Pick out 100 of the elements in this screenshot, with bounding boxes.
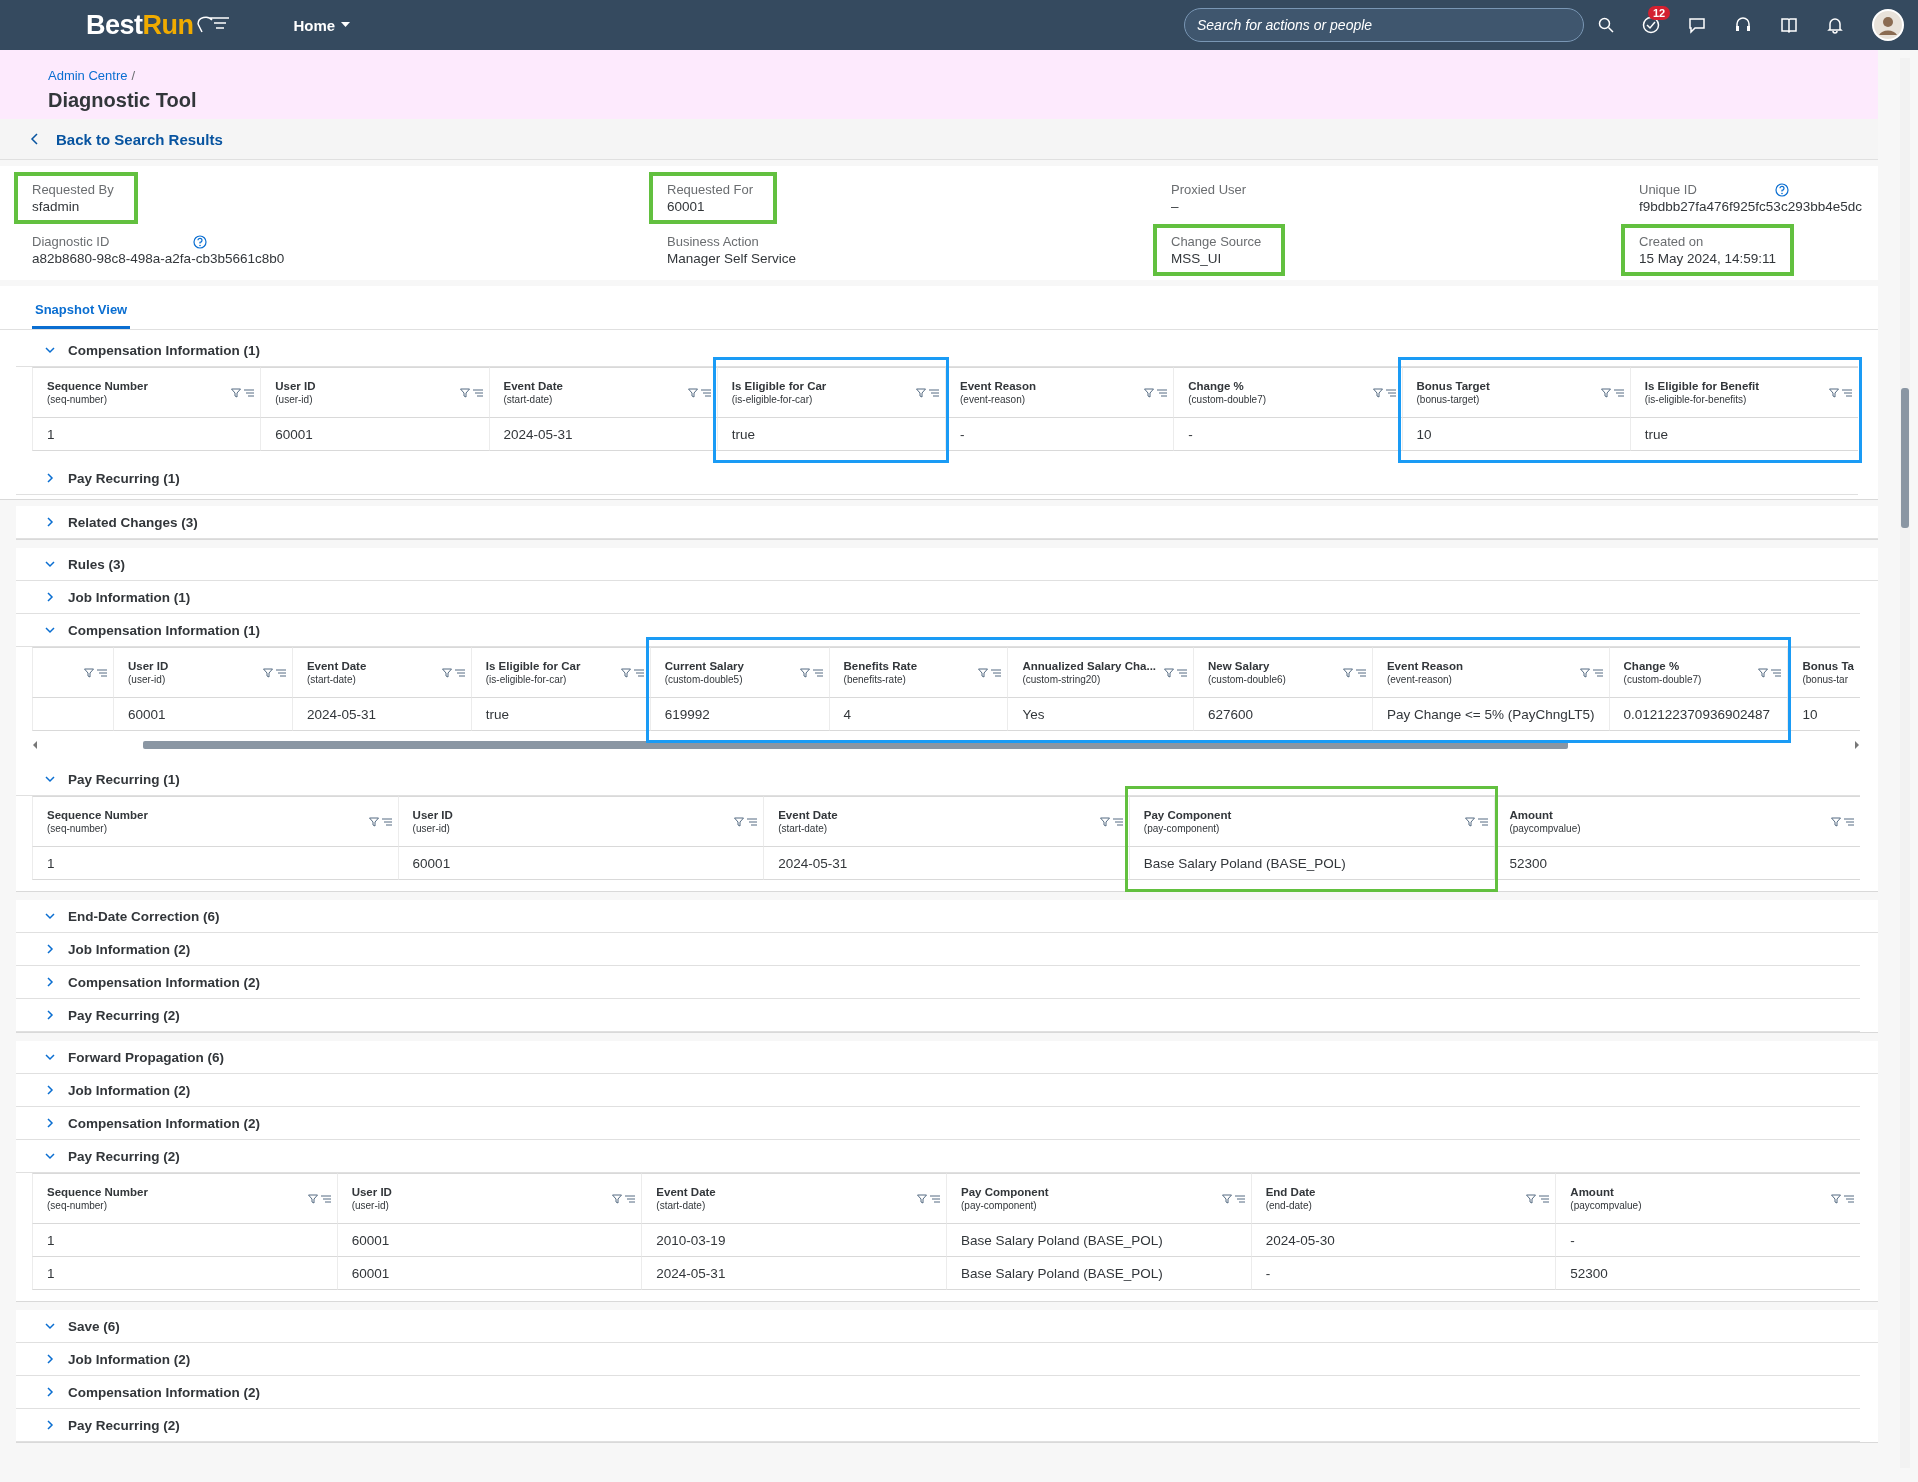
section-title[interactable]: Compensation Information (1) [68,622,260,638]
section-title[interactable]: Compensation Information (2) [68,1384,260,1400]
avatar-icon[interactable] [1872,9,1904,41]
sort-icon[interactable] [97,668,107,677]
sort-icon[interactable] [1177,668,1188,677]
section-title[interactable]: Pay Recurring (2) [68,1148,180,1164]
sort-icon[interactable] [1844,817,1854,826]
filter-icon[interactable] [1600,387,1611,398]
section-title[interactable]: Pay Recurring (1) [68,771,180,787]
sort-icon[interactable] [1234,1194,1245,1203]
help-icon[interactable] [1775,182,1790,197]
filter-icon[interactable] [459,387,470,398]
chevron-down-icon[interactable] [44,1320,56,1332]
section-title[interactable]: Job Information (2) [68,941,191,957]
chevron-right-icon[interactable] [44,1353,56,1365]
sort-icon[interactable] [929,388,939,397]
sort-icon[interactable] [991,668,1002,677]
group-title[interactable]: End-Date Correction (6) [68,908,220,924]
filter-icon[interactable] [916,387,926,398]
group-title[interactable]: Save (6) [68,1318,120,1334]
filter-icon[interactable] [1164,667,1175,678]
filter-icon[interactable] [1831,1193,1841,1204]
chevron-down-icon[interactable] [44,624,56,636]
sort-icon[interactable] [1112,817,1123,826]
sort-icon[interactable] [1842,388,1852,397]
filter-icon[interactable] [1579,667,1590,678]
chevron-down-icon[interactable] [44,910,56,922]
sort-icon[interactable] [747,817,758,826]
chevron-down-icon[interactable] [44,773,56,785]
caret-right-icon[interactable] [1854,741,1860,749]
chevron-right-icon[interactable] [44,472,56,484]
bell-icon[interactable] [1826,16,1844,34]
help-icon[interactable] [192,234,207,249]
vertical-scrollbar[interactable] [1900,58,1910,1468]
chevron-right-icon[interactable] [44,1084,56,1096]
filter-icon[interactable] [262,667,273,678]
section-title[interactable]: Pay Recurring (2) [68,1007,180,1023]
filter-icon[interactable] [917,1193,927,1204]
search-field[interactable]: Search for actions or people [1184,8,1584,42]
group-title[interactable]: Related Changes (3) [68,514,198,530]
sort-icon[interactable] [381,817,392,826]
filter-icon[interactable] [1829,387,1839,398]
sort-icon[interactable] [1613,388,1624,397]
group-title[interactable]: Rules (3) [68,556,125,572]
sort-icon[interactable] [454,668,465,677]
filter-icon[interactable] [687,387,698,398]
chevron-right-icon[interactable] [44,976,56,988]
sort-icon[interactable] [472,388,483,397]
book-icon[interactable] [1780,16,1798,34]
section-title[interactable]: Compensation Information (2) [68,974,260,990]
sort-icon[interactable] [1385,388,1396,397]
chevron-down-icon[interactable] [44,1150,56,1162]
chevron-down-icon[interactable] [44,558,56,570]
headset-icon[interactable] [1734,16,1752,34]
filter-icon[interactable] [734,816,745,827]
sort-icon[interactable] [1355,668,1366,677]
section-title[interactable]: Job Information (1) [68,589,191,605]
filter-icon[interactable] [1144,387,1155,398]
chevron-right-icon[interactable] [44,591,56,603]
chevron-right-icon[interactable] [44,1117,56,1129]
sort-icon[interactable] [1771,668,1782,677]
filter-icon[interactable] [84,667,94,678]
filter-icon[interactable] [1465,816,1476,827]
sort-icon[interactable] [930,1194,940,1203]
chevron-right-icon[interactable] [44,1419,56,1431]
filter-icon[interactable] [368,816,379,827]
sort-icon[interactable] [633,668,644,677]
sort-icon[interactable] [1157,388,1168,397]
section-title[interactable]: Compensation Information (1) [68,342,260,358]
breadcrumb-link[interactable]: Admin Centre [48,68,128,83]
filter-icon[interactable] [1372,387,1383,398]
chevron-right-icon[interactable] [44,1009,56,1021]
filter-icon[interactable] [231,387,242,398]
filter-icon[interactable] [1526,1193,1537,1204]
filter-icon[interactable] [620,667,631,678]
sort-icon[interactable] [1539,1194,1550,1203]
filter-icon[interactable] [1758,667,1769,678]
section-title[interactable]: Pay Recurring (1) [68,470,180,486]
sort-icon[interactable] [1478,817,1489,826]
filter-icon[interactable] [1342,667,1353,678]
filter-icon[interactable] [612,1193,623,1204]
section-title[interactable]: Job Information (2) [68,1082,191,1098]
sort-icon[interactable] [1844,1194,1854,1203]
chevron-right-icon[interactable] [44,516,56,528]
home-menu[interactable]: Home [289,12,355,38]
filter-icon[interactable] [307,1193,318,1204]
sort-icon[interactable] [275,668,286,677]
section-title[interactable]: Job Information (2) [68,1351,191,1367]
sort-icon[interactable] [625,1194,636,1203]
sort-icon[interactable] [1592,668,1603,677]
brand-logo[interactable]: BestRun [86,9,194,41]
group-title[interactable]: Forward Propagation (6) [68,1049,224,1065]
caret-left-icon[interactable] [32,741,38,749]
search-icon[interactable] [1598,17,1614,33]
filter-icon[interactable] [1221,1193,1232,1204]
sort-icon[interactable] [700,388,711,397]
filter-icon[interactable] [1099,816,1110,827]
chevron-down-icon[interactable] [44,1051,56,1063]
chevron-right-icon[interactable] [44,1386,56,1398]
chevron-down-icon[interactable] [44,344,56,356]
